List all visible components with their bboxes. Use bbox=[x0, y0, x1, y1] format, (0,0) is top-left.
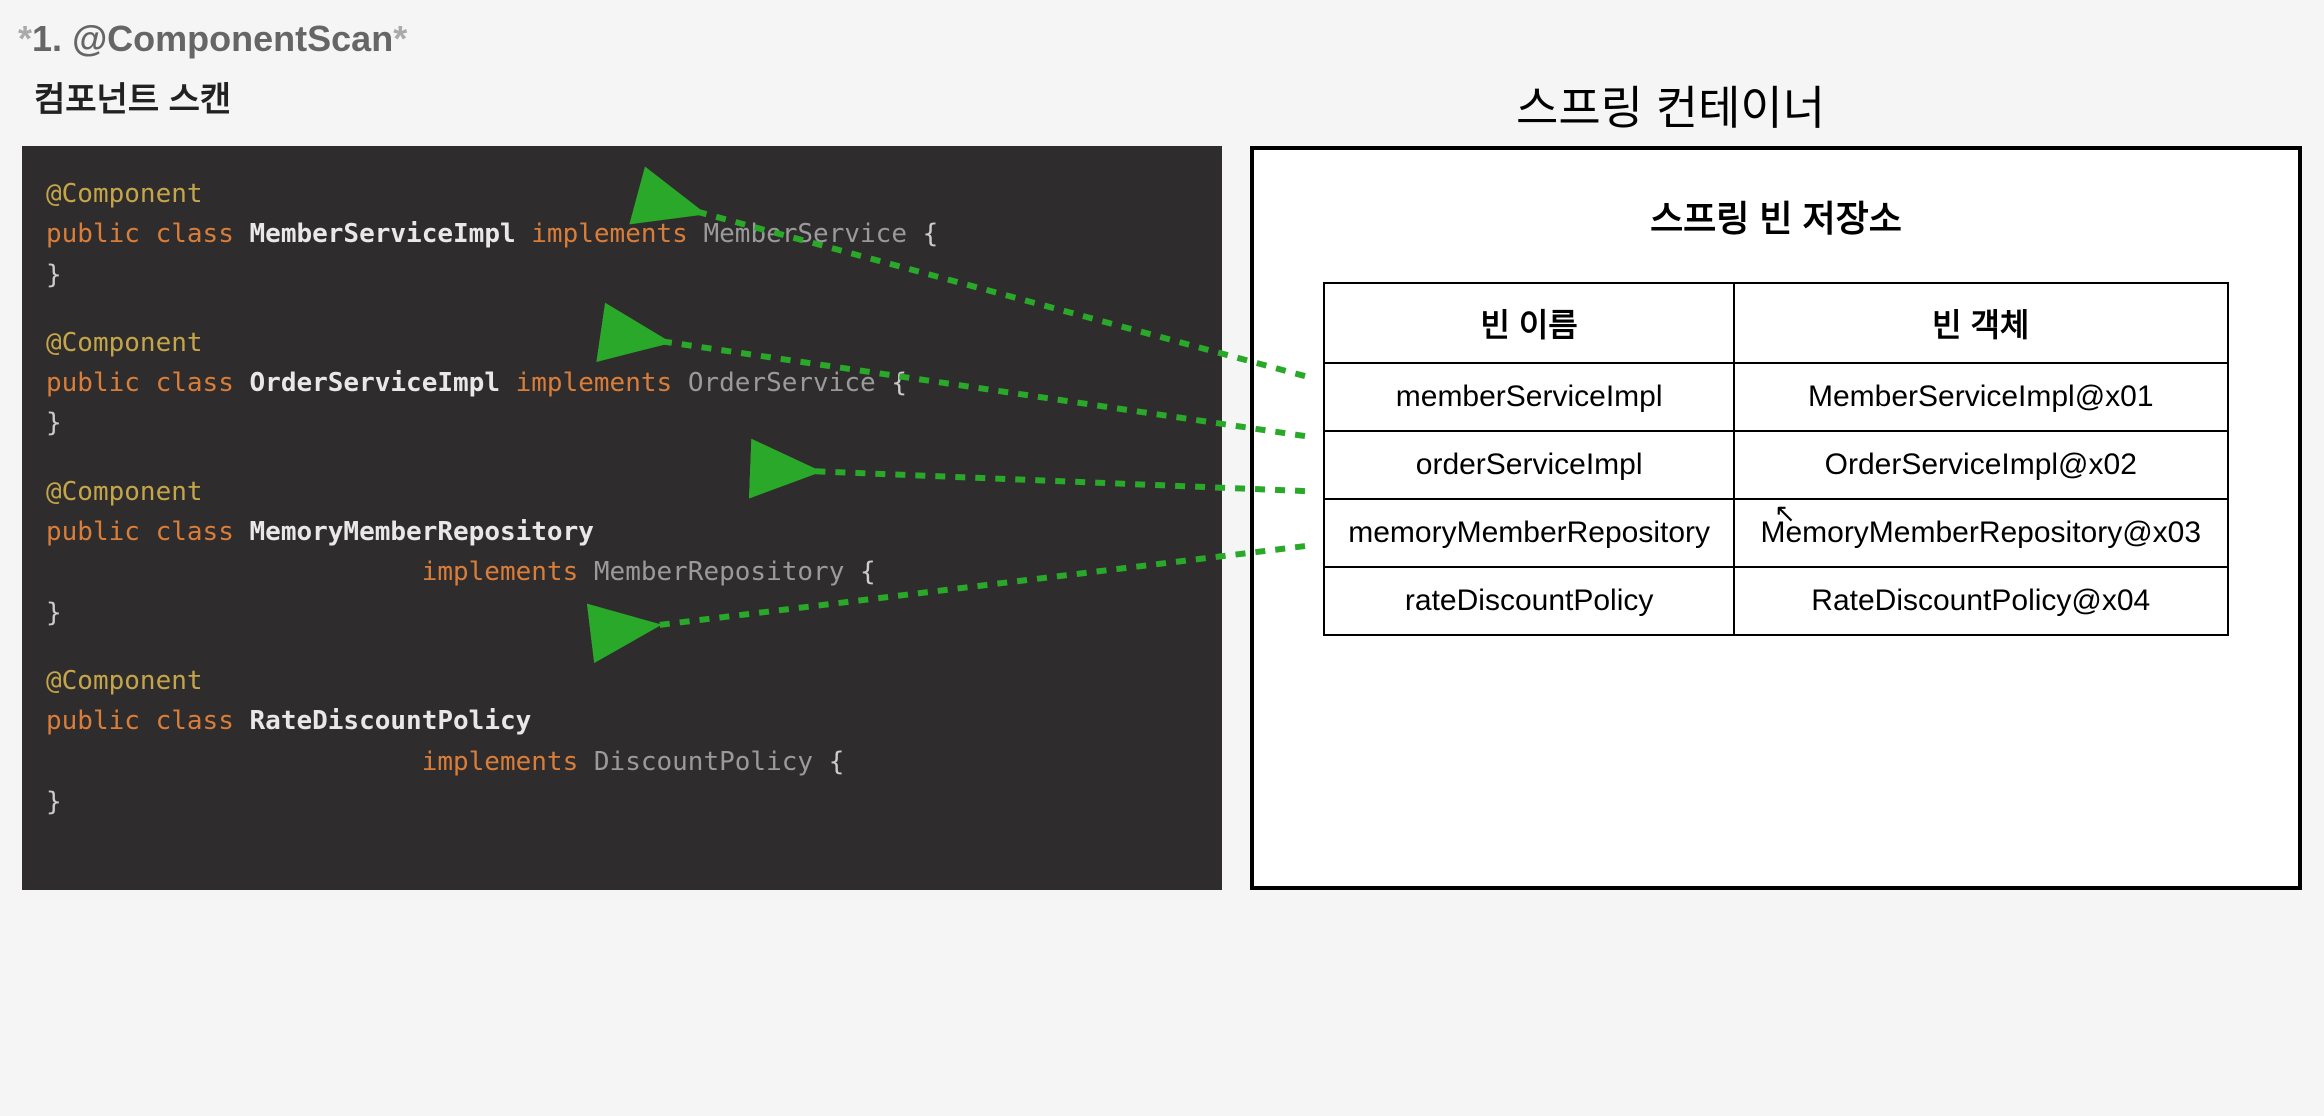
bean-name-cell: memberServiceImpl bbox=[1324, 363, 1734, 431]
table-row: orderServiceImplOrderServiceImpl@x02 bbox=[1324, 431, 2227, 499]
right-title: 스프링 컨테이너 bbox=[1051, 72, 2290, 138]
code-snippet: @Component public class OrderServiceImpl… bbox=[46, 323, 1198, 444]
table-row: rateDiscountPolicyRateDiscountPolicy@x04 bbox=[1324, 567, 2227, 635]
panels: @Component public class MemberServiceImp… bbox=[10, 146, 2314, 890]
heading-number: 1. bbox=[32, 18, 62, 59]
table-row: memoryMemberRepositoryMemoryMemberReposi… bbox=[1324, 499, 2227, 567]
bean-obj-cell: MemoryMemberRepository@x03 bbox=[1734, 499, 2228, 567]
code-snippet: @Component public class RateDiscountPoli… bbox=[46, 661, 1198, 822]
bean-name-cell: orderServiceImpl bbox=[1324, 431, 1734, 499]
bean-name-cell: memoryMemberRepository bbox=[1324, 499, 1734, 567]
bean-obj-cell: OrderServiceImpl@x02 bbox=[1734, 431, 2228, 499]
left-subtitle: 컴포넌트 스캔 bbox=[34, 72, 231, 138]
code-snippet: @Component public class MemberServiceImp… bbox=[46, 174, 1198, 295]
bean-obj-cell: RateDiscountPolicy@x04 bbox=[1734, 567, 2228, 635]
bean-obj-cell: MemberServiceImpl@x01 bbox=[1734, 363, 2228, 431]
heading-title: @ComponentScan bbox=[72, 18, 393, 59]
heading-prefix: * bbox=[18, 18, 32, 59]
table-header-row: 빈 이름 빈 객체 bbox=[1324, 283, 2227, 363]
col-bean-obj: 빈 객체 bbox=[1734, 283, 2228, 363]
spring-container-panel: 스프링 빈 저장소 빈 이름 빈 객체 memberServiceImplMem… bbox=[1250, 146, 2302, 890]
bean-store-title: 스프링 빈 저장소 bbox=[1650, 190, 1902, 242]
heading-suffix: * bbox=[393, 18, 407, 59]
bean-table: 빈 이름 빈 객체 memberServiceImplMemberService… bbox=[1323, 282, 2228, 636]
table-row: memberServiceImplMemberServiceImpl@x01 bbox=[1324, 363, 2227, 431]
code-panel: @Component public class MemberServiceImp… bbox=[22, 146, 1222, 890]
code-snippet: @Component public class MemoryMemberRepo… bbox=[46, 472, 1198, 633]
bean-name-cell: rateDiscountPolicy bbox=[1324, 567, 1734, 635]
page-heading: *1. @ComponentScan* bbox=[10, 10, 2314, 72]
col-bean-name: 빈 이름 bbox=[1324, 283, 1734, 363]
